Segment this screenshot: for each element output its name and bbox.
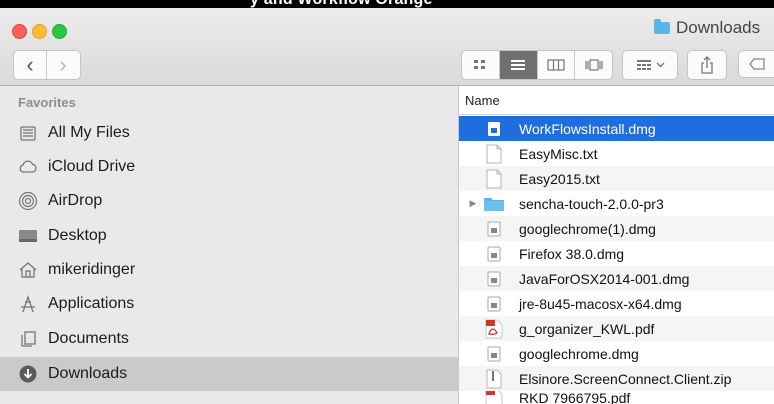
desktop-icon bbox=[18, 226, 38, 246]
icon-view-button[interactable] bbox=[462, 51, 500, 79]
file-row[interactable]: JavaForOSX2014-001.dmg bbox=[459, 266, 774, 291]
disk-image-icon bbox=[483, 294, 505, 314]
minimize-window-button[interactable] bbox=[32, 24, 47, 39]
file-row[interactable]: Firefox 38.0.dmg bbox=[459, 241, 774, 266]
file-name: Firefox 38.0.dmg bbox=[519, 245, 625, 262]
disk-image-icon bbox=[483, 344, 505, 364]
sidebar-item-home[interactable]: mikeridinger bbox=[0, 253, 458, 287]
navigation-buttons: ‹ › bbox=[13, 50, 81, 80]
file-row[interactable]: g_organizer_KWL.pdf bbox=[459, 316, 774, 341]
back-button[interactable]: ‹ bbox=[14, 51, 47, 79]
sidebar-item-icloud-drive[interactable]: iCloud Drive bbox=[0, 150, 458, 184]
sidebar-item-desktop[interactable]: Desktop bbox=[0, 219, 458, 253]
file-name: Elsinore.ScreenConnect.Client.zip bbox=[519, 370, 732, 387]
text-file-icon bbox=[483, 169, 505, 189]
all-files-icon bbox=[18, 123, 38, 143]
share-button[interactable] bbox=[687, 50, 727, 80]
sidebar-item-downloads[interactable]: Downloads bbox=[0, 357, 458, 391]
disclosure-triangle-icon[interactable]: ▶ bbox=[463, 198, 483, 209]
disk-image-icon bbox=[483, 269, 505, 289]
zoom-window-button[interactable] bbox=[52, 24, 67, 39]
sidebar-heading: Favorites bbox=[18, 95, 76, 110]
cloud-icon bbox=[18, 157, 38, 177]
chevron-down-icon bbox=[656, 62, 664, 68]
file-name: sencha-touch-2.0.0-pr3 bbox=[519, 195, 664, 212]
pdf-file-icon bbox=[483, 391, 505, 404]
airdrop-icon bbox=[18, 191, 38, 211]
sidebar-item-label: Applications bbox=[48, 295, 135, 312]
file-row[interactable]: ▶ sencha-touch-2.0.0-pr3 bbox=[459, 191, 774, 216]
window-title-label: Downloads bbox=[676, 18, 761, 37]
file-row[interactable]: EasyMisc.txt bbox=[459, 141, 774, 166]
forward-button[interactable]: › bbox=[47, 51, 79, 79]
chevron-right-icon: › bbox=[59, 52, 67, 77]
file-list: Name WorkFlowsInstall.dmg EasyMisc.txt E… bbox=[459, 86, 774, 404]
sidebar-item-label: mikeridinger bbox=[48, 261, 136, 278]
file-row[interactable]: RKD 7966795.pdf bbox=[459, 391, 774, 404]
name-column-header[interactable]: Name bbox=[459, 86, 774, 115]
sidebar-item-label: Documents bbox=[48, 330, 129, 347]
close-window-button[interactable] bbox=[12, 24, 27, 39]
file-row[interactable]: WorkFlowsInstall.dmg bbox=[459, 116, 774, 141]
file-row[interactable]: googlechrome.dmg bbox=[459, 341, 774, 366]
sidebar-item-label: Downloads bbox=[48, 365, 128, 382]
file-name: EasyMisc.txt bbox=[519, 145, 598, 162]
sidebar-item-all-my-files[interactable]: All My Files bbox=[0, 116, 458, 150]
tag-icon bbox=[749, 58, 765, 70]
file-row[interactable]: Easy2015.txt bbox=[459, 166, 774, 191]
sidebar-item-label: AirDrop bbox=[48, 192, 103, 209]
chevron-left-icon: ‹ bbox=[26, 52, 34, 77]
cover-flow-icon bbox=[585, 59, 603, 71]
disk-image-icon bbox=[483, 119, 505, 139]
column-view-icon bbox=[547, 59, 565, 71]
file-row[interactable]: Elsinore.ScreenConnect.Client.zip bbox=[459, 366, 774, 391]
disk-image-icon bbox=[483, 244, 505, 264]
file-name: RKD 7966795.pdf bbox=[519, 391, 631, 404]
disk-image-icon bbox=[483, 219, 505, 239]
applications-icon bbox=[18, 294, 38, 314]
file-name: Easy2015.txt bbox=[519, 170, 600, 187]
window-title: Downloads bbox=[654, 18, 760, 38]
icon-view-icon bbox=[474, 60, 486, 69]
top-cropped-caption: y and Workflow Orange bbox=[0, 0, 774, 8]
sidebar-item-label: Desktop bbox=[48, 227, 107, 244]
folder-icon bbox=[654, 19, 670, 34]
sidebar-item-label: iCloud Drive bbox=[48, 158, 136, 175]
window-toolbar: Downloads ‹ › bbox=[0, 8, 774, 86]
zip-file-icon bbox=[483, 369, 505, 389]
list-view-button[interactable] bbox=[499, 51, 538, 79]
text-file-icon bbox=[483, 144, 505, 164]
sidebar: Favorites All My Files iCloud Drive AirD… bbox=[0, 86, 459, 404]
sidebar-item-applications[interactable]: Applications bbox=[0, 287, 458, 321]
arrange-menu-button[interactable] bbox=[622, 50, 678, 80]
file-row[interactable]: jre-8u45-macosx-x64.dmg bbox=[459, 291, 774, 316]
view-mode-selector bbox=[461, 50, 613, 80]
sidebar-item-label: All My Files bbox=[48, 124, 130, 141]
file-name: googlechrome(1).dmg bbox=[519, 220, 656, 237]
pdf-file-icon bbox=[483, 319, 505, 339]
file-name: jre-8u45-macosx-x64.dmg bbox=[519, 295, 682, 312]
home-icon bbox=[18, 260, 38, 280]
top-crop-text: y and Workflow Orange bbox=[250, 0, 433, 8]
file-name: googlechrome.dmg bbox=[519, 345, 639, 362]
downloads-icon bbox=[18, 364, 38, 384]
file-row[interactable]: googlechrome(1).dmg bbox=[459, 216, 774, 241]
folder-icon bbox=[483, 194, 505, 214]
share-icon bbox=[701, 56, 713, 74]
sidebar-item-documents[interactable]: Documents bbox=[0, 322, 458, 356]
column-header-label: Name bbox=[465, 93, 500, 108]
sidebar-item-airdrop[interactable]: AirDrop bbox=[0, 184, 458, 218]
arrange-icon bbox=[636, 60, 651, 70]
list-view-icon bbox=[511, 60, 526, 70]
file-name: g_organizer_KWL.pdf bbox=[519, 320, 655, 337]
cover-flow-button[interactable] bbox=[575, 51, 612, 79]
column-view-button[interactable] bbox=[538, 51, 576, 79]
file-name: JavaForOSX2014-001.dmg bbox=[519, 270, 690, 287]
edit-tags-button[interactable] bbox=[738, 50, 774, 78]
file-name: WorkFlowsInstall.dmg bbox=[519, 120, 656, 137]
documents-icon bbox=[18, 329, 38, 349]
